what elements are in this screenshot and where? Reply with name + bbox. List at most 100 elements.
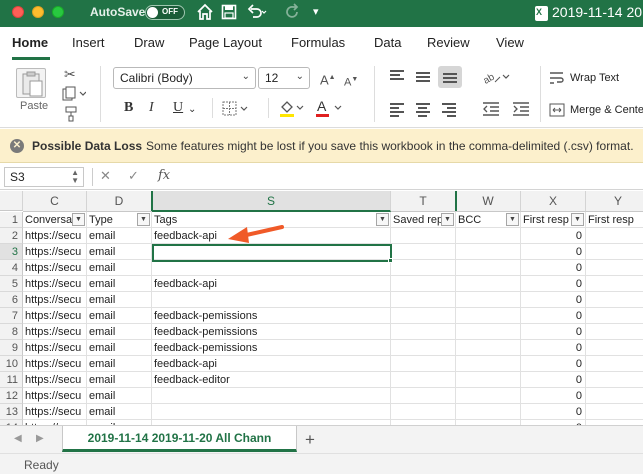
column-header-c[interactable]: C [23,191,87,212]
tab-data[interactable]: Data [374,35,401,50]
row-header[interactable]: 4 [0,260,23,276]
spreadsheet-grid[interactable]: C D S T W X Y 1 Conversat ▼ Type ▼ Tags ▼ Saved rep ▼ BC… [0,191,643,425]
column-header-s[interactable]: S [152,191,391,212]
table-cell[interactable]: 0 [521,388,586,404]
table-cell[interactable]: https://secu [23,356,87,372]
table-cell[interactable] [152,292,391,308]
chevron-down-icon[interactable]: ⌄ [188,104,196,115]
merge-center-icon[interactable] [549,103,565,120]
table-cell[interactable] [586,388,643,404]
tab-review[interactable]: Review [427,35,470,50]
table-cell[interactable]: https://secu [23,388,87,404]
table-cell[interactable]: https://secu [23,372,87,388]
table-cell[interactable]: email [87,340,152,356]
decrease-indent-icon[interactable] [482,102,500,119]
formula-input[interactable] [183,165,641,188]
font-name-select[interactable]: Calibri (Body) ⌄ [113,67,256,89]
table-cell[interactable]: https://secu [23,260,87,276]
tab-home[interactable]: Home [12,35,48,50]
table-cell[interactable]: https://secu [23,292,87,308]
insert-function-button[interactable]: fx [158,168,170,183]
row-header[interactable]: 13 [0,404,23,420]
redo-icon[interactable] [284,3,300,26]
table-cell[interactable]: feedback-pemissions [152,340,391,356]
table-cell[interactable]: email [87,388,152,404]
tab-draw[interactable]: Draw [134,35,164,50]
align-middle-icon[interactable] [416,72,430,84]
table-cell[interactable] [586,260,643,276]
table-cell[interactable]: https://secu [23,308,87,324]
previous-sheet-icon[interactable]: ◀ [14,433,22,444]
filter-dropdown-icon[interactable]: ▼ [72,213,85,226]
borders-icon[interactable] [222,101,250,120]
column-header-t[interactable]: T [391,191,456,212]
align-top-icon[interactable] [390,70,404,82]
table-cell[interactable]: 0 [521,340,586,356]
dismiss-icon[interactable]: ✕ [10,139,24,153]
add-sheet-icon[interactable]: + [305,430,315,450]
header-cell[interactable]: First resp ▼ [521,212,586,228]
close-window-button[interactable] [12,6,24,18]
column-header-w[interactable]: W [456,191,521,212]
row-header[interactable]: 10 [0,356,23,372]
cancel-entry-icon[interactable]: ✕ [100,168,111,184]
filter-dropdown-icon[interactable]: ▼ [571,213,584,226]
table-cell[interactable]: email [87,308,152,324]
tab-page-layout[interactable]: Page Layout [189,35,262,50]
table-cell[interactable]: feedback-pemissions [152,308,391,324]
table-cell[interactable]: email [87,292,152,308]
fill-color-icon[interactable] [278,98,306,121]
column-header-d[interactable]: D [87,191,152,212]
table-cell[interactable] [152,244,391,260]
table-cell[interactable]: 0 [521,372,586,388]
table-cell[interactable] [586,308,643,324]
table-cell[interactable] [456,292,521,308]
name-box[interactable]: S3 ▲ ▼ [4,167,84,187]
align-center-icon[interactable] [416,103,430,117]
sheet-tab-active[interactable]: 2019-11-14 2019-11-20 All Chann [62,426,297,452]
fill-handle[interactable] [388,258,393,263]
row-header[interactable]: 6 [0,292,23,308]
table-cell[interactable]: email [87,372,152,388]
align-left-icon[interactable] [390,103,404,117]
font-color-icon[interactable]: A [314,98,344,121]
table-cell[interactable]: feedback-editor [152,372,391,388]
wrap-text-icon[interactable] [549,71,565,88]
header-cell[interactable]: First resp [586,212,643,228]
table-cell[interactable] [391,404,456,420]
table-cell[interactable] [152,260,391,276]
header-cell[interactable]: Saved rep ▼ [391,212,456,228]
table-cell[interactable]: https://secu [23,276,87,292]
filter-dropdown-icon[interactable]: ▼ [137,213,150,226]
table-cell[interactable]: https://secu [23,404,87,420]
table-cell[interactable]: https://secu [23,244,87,260]
table-cell[interactable]: 0 [521,228,586,244]
table-cell[interactable]: 0 [521,276,586,292]
table-cell[interactable] [456,372,521,388]
table-cell[interactable]: 0 [521,324,586,340]
table-cell[interactable]: feedback-api [152,356,391,372]
column-header-x[interactable]: X [521,191,586,212]
table-cell[interactable] [391,324,456,340]
table-cell[interactable]: email [87,404,152,420]
row-header[interactable]: 3 [0,244,23,260]
table-cell[interactable]: email [87,356,152,372]
customize-toolbar-icon[interactable]: ▾ [313,3,319,21]
zoom-window-button[interactable] [52,6,64,18]
tab-insert[interactable]: Insert [72,35,105,50]
italic-button[interactable]: I [149,100,154,116]
table-cell[interactable]: email [87,228,152,244]
table-cell[interactable] [456,260,521,276]
underline-button[interactable]: U [173,100,183,116]
table-cell[interactable] [586,244,643,260]
row-header[interactable]: 12 [0,388,23,404]
table-cell[interactable] [391,356,456,372]
row-header[interactable]: 1 [0,212,23,228]
table-cell[interactable] [586,276,643,292]
row-header[interactable]: 7 [0,308,23,324]
table-cell[interactable] [391,260,456,276]
next-sheet-icon[interactable]: ▶ [36,433,44,444]
cut-icon[interactable]: ✂ [64,66,76,82]
table-cell[interactable]: email [87,324,152,340]
table-cell[interactable] [586,324,643,340]
